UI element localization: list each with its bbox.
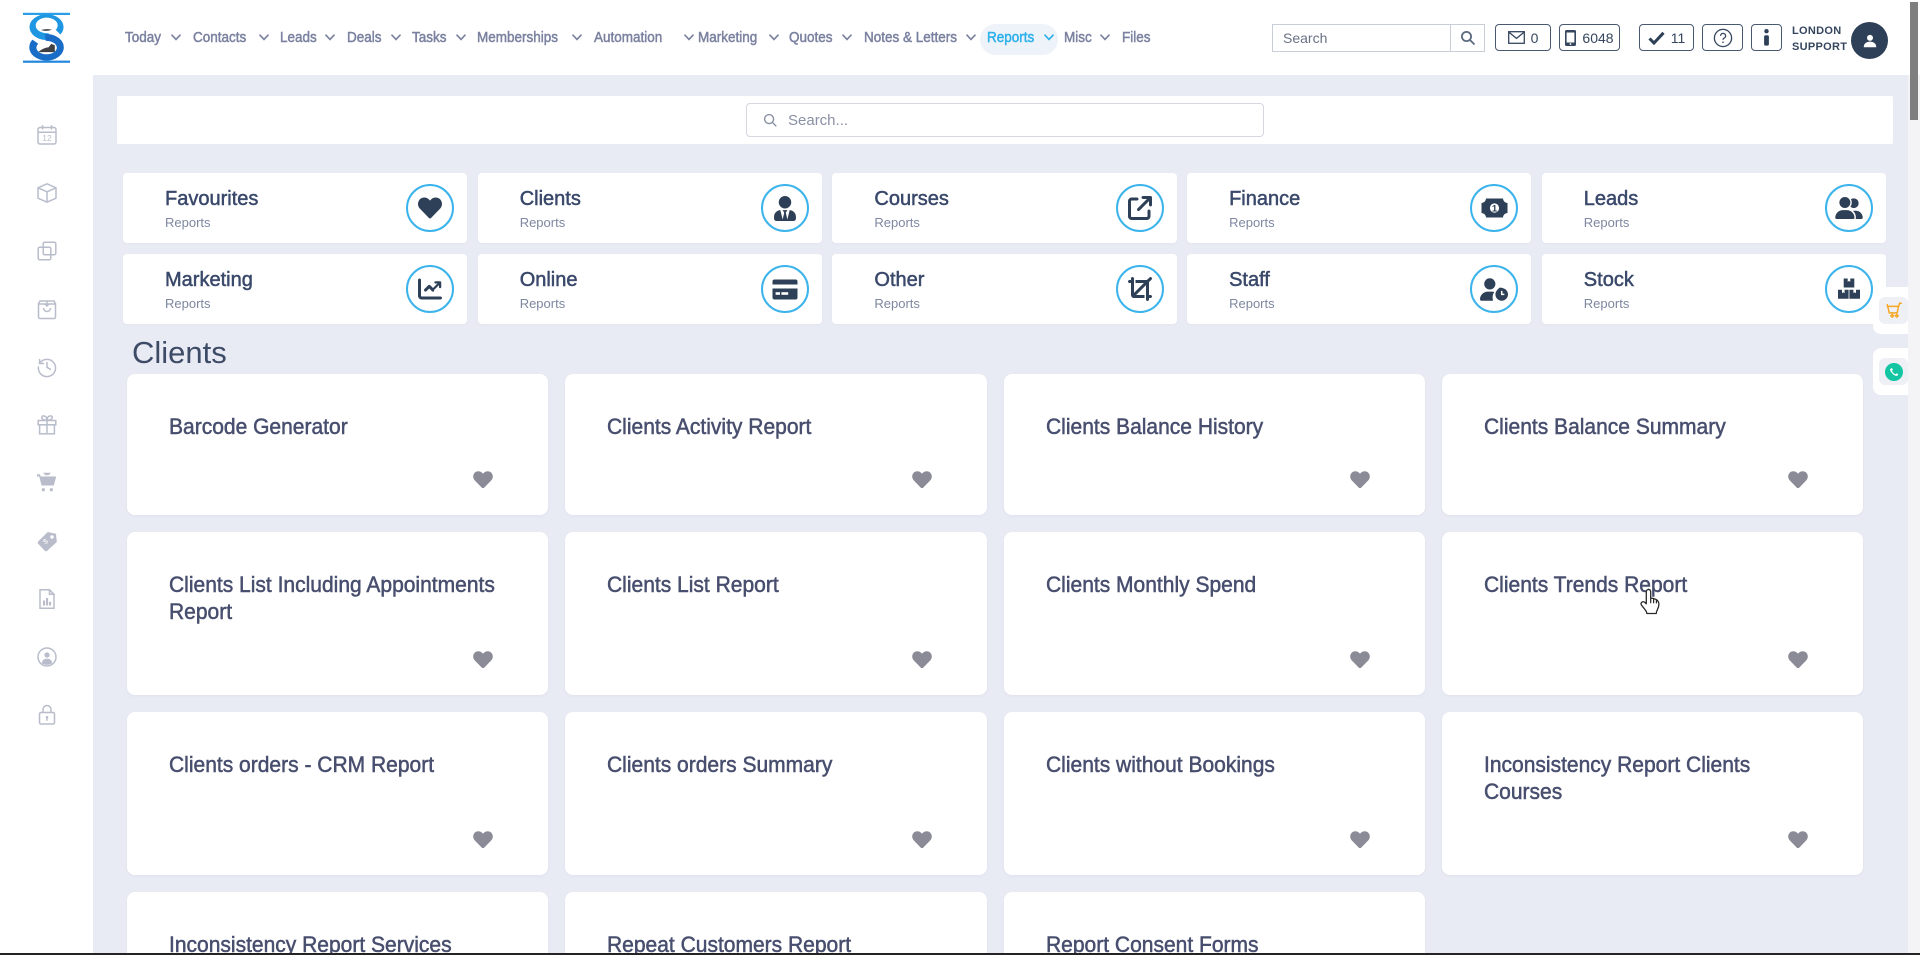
svg-text:1: 1 bbox=[1492, 203, 1498, 214]
svg-text:12: 12 bbox=[42, 133, 52, 143]
